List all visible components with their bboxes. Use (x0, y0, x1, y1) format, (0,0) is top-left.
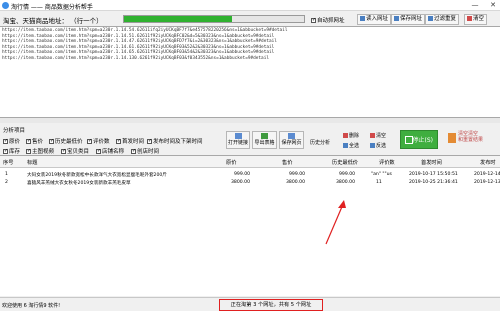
option-original-price[interactable]: 原价 (3, 137, 20, 145)
analysis-options-label: 分析项目 (3, 128, 26, 134)
checkbox-icon (116, 138, 121, 144)
option-review-count[interactable]: 评价数 (87, 137, 110, 145)
option-label: 历史最低价 (55, 139, 83, 145)
option-label: 首发时间 (122, 139, 145, 145)
select-all-icon (343, 143, 348, 148)
export-table-label: 导出表格 (254, 140, 275, 146)
option-main-video[interactable]: 主图视频 (26, 147, 54, 155)
clear-rows-button[interactable]: 清空 (370, 132, 386, 139)
checkbox-icon (147, 138, 152, 144)
save-icon (394, 16, 399, 21)
horizontal-scrollbar[interactable] (0, 118, 500, 123)
arrow-head-icon (338, 200, 346, 208)
import-urls-label: 读入网址 (366, 16, 389, 22)
checkbox-icon (131, 148, 136, 154)
link-icon (234, 133, 242, 139)
option-category[interactable]: 宝贝类目 (61, 147, 89, 155)
excel-icon (261, 133, 268, 139)
filter-duplicates-label: 过滤重复 (434, 16, 457, 22)
stop-icon (405, 136, 413, 144)
url-input-label: 淘宝、天猫商品地址： （行一个） (3, 17, 103, 25)
filter-duplicates-button[interactable]: 过滤重复 (425, 14, 460, 25)
clear-icon (467, 16, 472, 21)
annotation-arrow (325, 200, 346, 245)
checkbox-icon (61, 148, 66, 154)
option-publish-time[interactable]: 发布时间及下架时间 (147, 137, 203, 145)
invert-selection-label: 反选 (376, 143, 387, 149)
delete-icon (343, 133, 348, 138)
select-all-label: 全选 (349, 143, 360, 149)
minimize-button[interactable]: — (469, 1, 481, 10)
clear-urls-button[interactable]: 清空 (464, 14, 488, 25)
option-label: 售价 (32, 139, 44, 145)
checkbox-icon (311, 17, 316, 23)
checkbox-icon (3, 138, 8, 144)
stop-button[interactable]: 停止(S) (400, 130, 438, 149)
folder-icon (360, 16, 365, 21)
results-table: 序号 标题 原价 售价 历史最低价 评价数 首发时间 发布时 1 大码女装201… (0, 155, 500, 296)
broom-icon (448, 133, 456, 143)
import-urls-button[interactable]: 读入网址 (357, 14, 392, 25)
history-button[interactable]: 历史分析 (307, 139, 333, 149)
welcome-text: 欢迎使用 6 淘行情9 软件! (2, 303, 61, 309)
option-sale-price[interactable]: 售价 (26, 137, 43, 145)
export-table-button[interactable]: 导出表格 (252, 131, 277, 149)
filter-icon (428, 16, 433, 21)
option-label: 原价 (9, 139, 21, 145)
checkbox-icon (26, 138, 31, 144)
option-label: 评价数 (93, 139, 110, 145)
window-title: 淘行情 —— 商品数据分析帮手 (11, 4, 93, 11)
reset-line2: 和重置结果 (458, 137, 484, 143)
url-toolbar: 淘宝、天猫商品地址： （行一个） 自动抓网址 读入网址 保存网址 过滤重复 清空 (0, 12, 500, 26)
save-page-button[interactable]: 保存网页 (279, 131, 304, 149)
delete-button[interactable]: 删除 (343, 132, 359, 139)
progress-status-text: 正在淘第 3 个网址，共有 5 个网址 (219, 299, 323, 311)
clear-urls-label: 清空 (473, 16, 485, 22)
history-label: 历史分析 (309, 140, 330, 146)
close-button[interactable]: ✕ (487, 1, 499, 10)
url-line: https://item.taobao.com/item.htm?spm=a23… (2, 55, 269, 61)
fetch-progress-bar (123, 15, 305, 23)
save-page-label: 保存网页 (281, 140, 302, 146)
app-logo-icon (2, 2, 9, 9)
checkbox-icon (49, 138, 54, 144)
title-bar: 淘行情 —— 商品数据分析帮手 — ✕ (0, 0, 500, 11)
main-window: 淘行情 —— 商品数据分析帮手 — ✕ 淘宝、天猫商品地址： （行一个） 自动抓… (0, 0, 500, 311)
select-all-button[interactable]: 全选 (343, 142, 359, 149)
checkbox-icon (3, 148, 8, 154)
save-icon (288, 133, 295, 139)
option-stock[interactable]: 库存 (3, 147, 20, 155)
option-lowest-price[interactable]: 历史最低价 (49, 137, 83, 145)
save-urls-label: 保存网址 (400, 16, 423, 22)
checkbox-icon (87, 138, 92, 144)
auto-fetch-label: 自动抓网址 (317, 18, 345, 24)
invert-icon (370, 143, 375, 148)
status-bar: 欢迎使用 6 淘行情9 软件! 正在淘第 3 个网址，共有 5 个网址 (0, 297, 500, 311)
option-shop-name[interactable]: 店铺名称 (96, 147, 124, 155)
option-label: 发布时间及下架时间 (153, 139, 203, 145)
checkbox-icon (26, 148, 31, 154)
option-first-date[interactable]: 首发时间 (116, 137, 144, 145)
save-urls-button[interactable]: 保存网址 (391, 14, 426, 25)
progress-fill (124, 16, 232, 22)
clear-icon (370, 133, 375, 138)
url-textarea[interactable]: https://item.taobao.com/item.htm?spm=a23… (0, 26, 500, 118)
checkbox-icon (96, 148, 101, 154)
stop-label: 停止(S) (412, 137, 434, 144)
reset-results-button[interactable]: 清空清空 和重置结果 (447, 129, 500, 149)
clear-rows-label: 清空 (376, 133, 387, 139)
delete-label: 删除 (349, 133, 360, 139)
arrow-shaft (325, 201, 345, 245)
option-shop-created[interactable]: 创店时间 (131, 147, 159, 155)
invert-selection-button[interactable]: 反选 (370, 142, 386, 149)
open-link-label: 打开链接 (227, 140, 248, 146)
auto-fetch-checkbox[interactable]: 自动抓网址 (311, 16, 345, 24)
open-link-button[interactable]: 打开链接 (226, 131, 250, 149)
